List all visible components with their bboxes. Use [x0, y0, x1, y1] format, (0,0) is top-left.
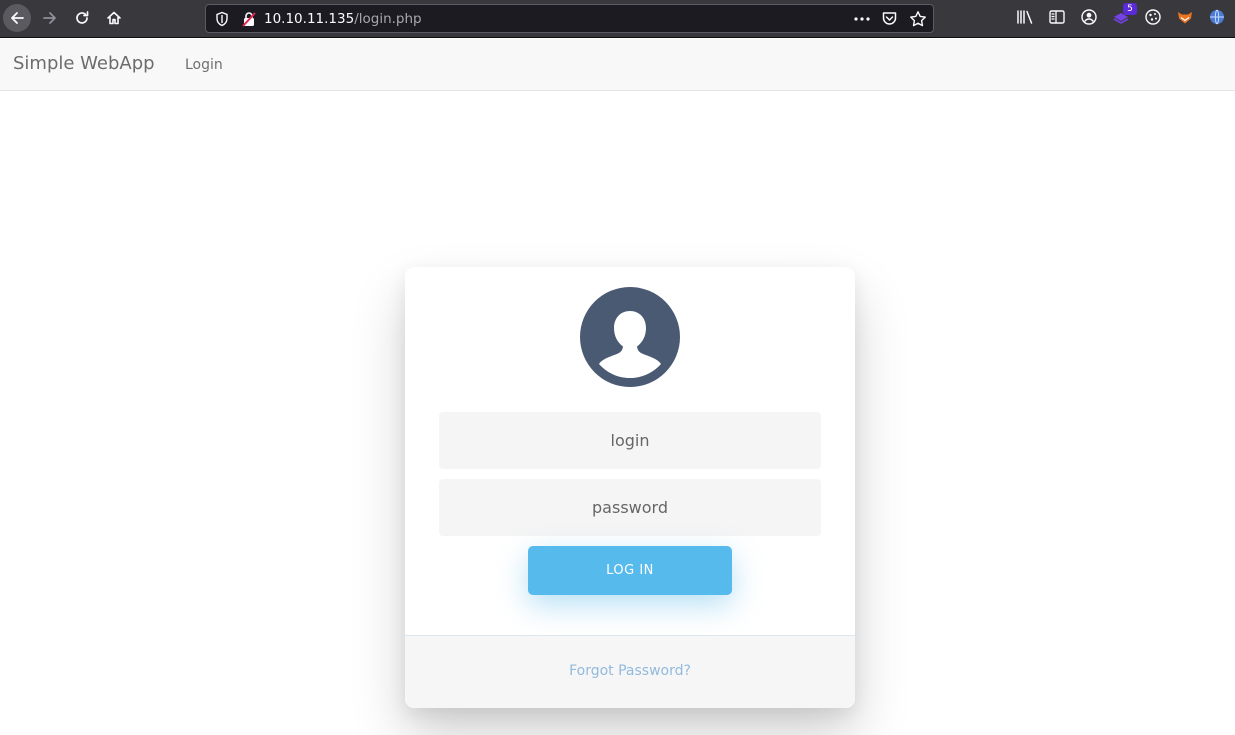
- library-icon[interactable]: [1016, 8, 1034, 26]
- forgot-password-link[interactable]: Forgot Password?: [405, 662, 855, 680]
- star-icon[interactable]: [909, 10, 927, 28]
- back-button[interactable]: [3, 4, 31, 32]
- site-navbar: Simple WebApp Login: [0, 39, 1235, 91]
- arrow-left-icon: [11, 12, 24, 24]
- site-brand[interactable]: Simple WebApp: [13, 53, 155, 75]
- browser-toolbar: 10.10.11.135/login.php 5: [0, 0, 1235, 38]
- arrow-right-icon: [43, 12, 56, 24]
- login-button[interactable]: LOG IN: [528, 546, 732, 595]
- nav-link-login[interactable]: Login: [185, 56, 223, 74]
- extension-badge: 5: [1123, 3, 1137, 15]
- home-icon: [107, 11, 121, 25]
- pocket-icon[interactable]: [881, 10, 898, 27]
- password-input[interactable]: [439, 479, 821, 536]
- login-card: LOG IN Forgot Password?: [405, 267, 855, 708]
- account-icon[interactable]: [1080, 8, 1098, 26]
- login-input[interactable]: [439, 412, 821, 469]
- reload-button[interactable]: [68, 4, 96, 32]
- sidebar-icon[interactable]: [1048, 8, 1066, 26]
- globe-icon[interactable]: [1208, 8, 1226, 26]
- cookie-icon[interactable]: [1144, 8, 1162, 26]
- card-footer: Forgot Password?: [405, 635, 855, 708]
- url-bar[interactable]: 10.10.11.135/login.php: [205, 4, 934, 33]
- reload-icon: [76, 11, 89, 24]
- fox-icon[interactable]: [1176, 8, 1194, 26]
- home-button[interactable]: [100, 4, 128, 32]
- ellipsis-icon[interactable]: [853, 11, 871, 27]
- forward-button[interactable]: [36, 4, 64, 32]
- url-text[interactable]: 10.10.11.135/login.php: [264, 11, 422, 27]
- user-avatar-icon: [580, 287, 680, 387]
- insecure-lock-icon[interactable]: [242, 11, 256, 27]
- shield-icon[interactable]: [215, 11, 229, 27]
- url-path: /login.php: [354, 11, 422, 27]
- url-host: 10.10.11.135: [264, 11, 355, 27]
